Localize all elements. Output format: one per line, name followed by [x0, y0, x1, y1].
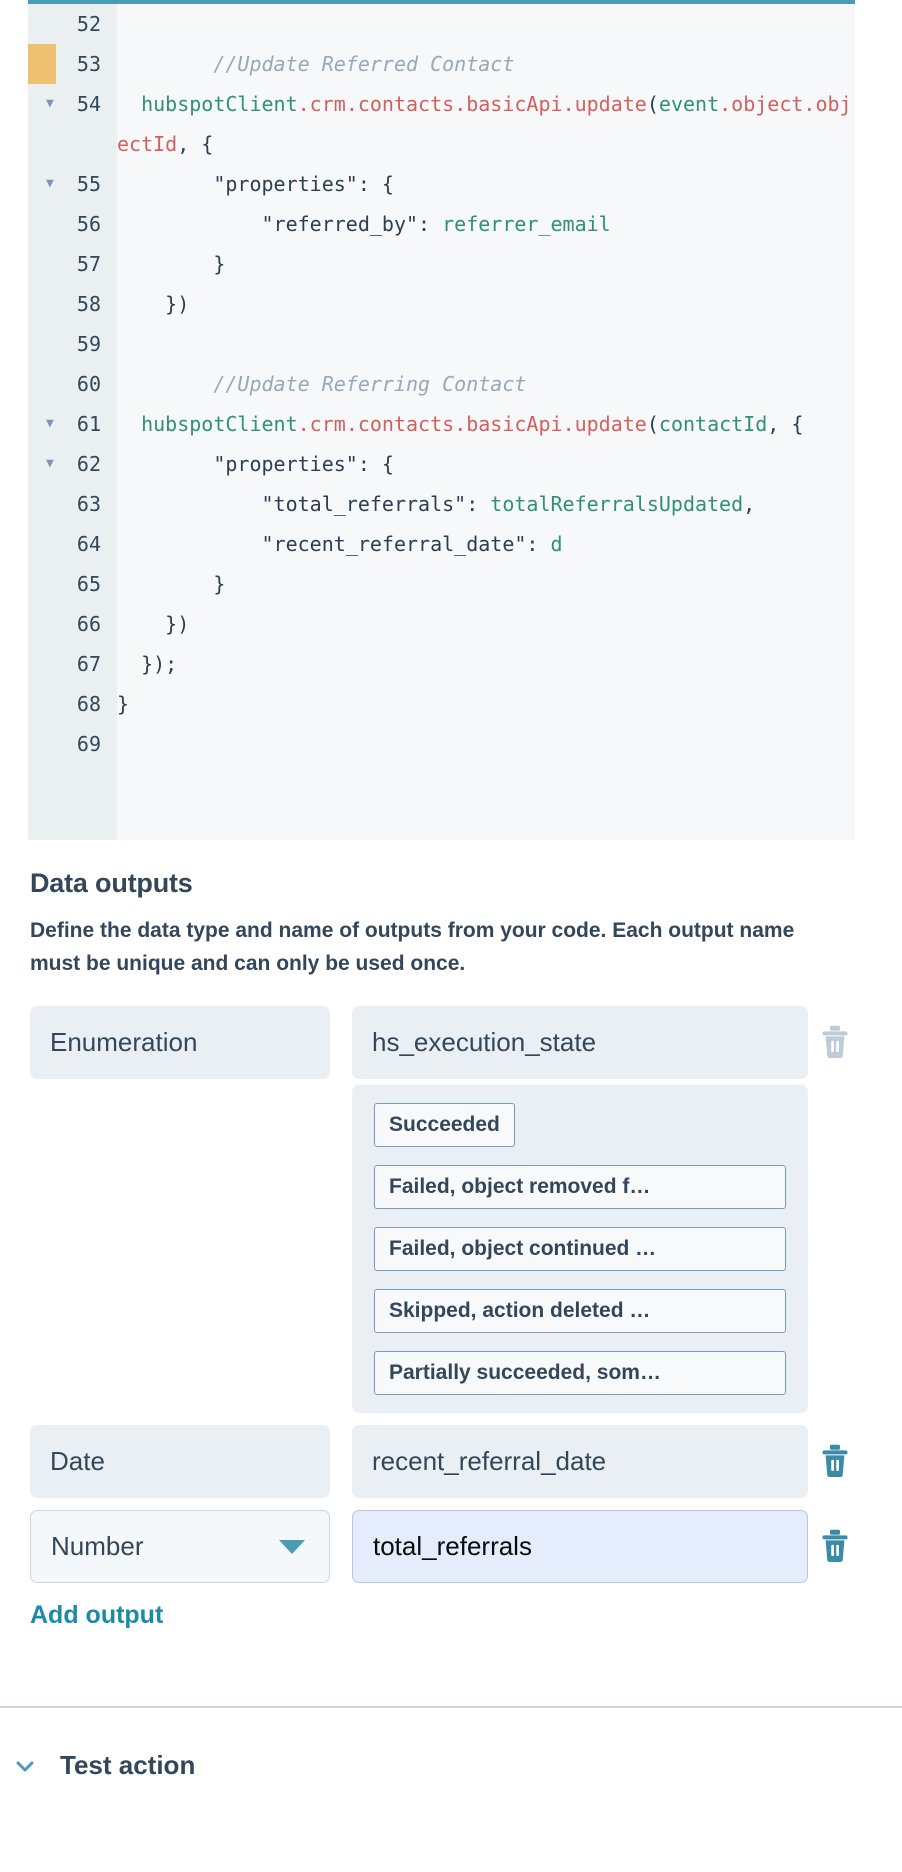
output-name-input[interactable]: hs_execution_state — [352, 1006, 808, 1080]
line-number: 57 — [76, 252, 101, 276]
output-row: Date recent_referral_date — [0, 1425, 902, 1499]
code-line[interactable]: ▼ 61 hubspotClient.crm.contacts.basicApi.… — [28, 404, 855, 444]
line-number: 69 — [76, 732, 101, 756]
output-type-select[interactable]: Date — [30, 1425, 330, 1499]
output-type-value: Date — [50, 1446, 105, 1477]
code-text[interactable]: //Update Referring Contact — [117, 364, 855, 404]
fold-arrow-icon[interactable]: ▼ — [46, 164, 54, 204]
line-number: 53 — [76, 52, 101, 76]
output-name-input[interactable]: total_referrals — [352, 1510, 808, 1584]
code-line[interactable]: 52 — [28, 4, 855, 44]
code-line[interactable]: 53 //Update Referred Contact — [28, 44, 855, 84]
line-number: 64 — [76, 532, 101, 556]
line-number: 68 — [76, 692, 101, 716]
chevron-down-icon — [14, 1755, 36, 1777]
line-number: 56 — [76, 212, 101, 236]
data-outputs-description: Define the data type and name of outputs… — [30, 919, 795, 975]
code-line[interactable]: 67 }); — [28, 644, 855, 684]
code-text[interactable]: //Update Referred Contact — [117, 44, 855, 84]
enumeration-option[interactable]: Failed, object continued … — [374, 1227, 786, 1272]
output-row: Enumeration hs_execution_state Succeeded Fa… — [0, 1006, 902, 1414]
code-text[interactable]: "recent_referral_date": d — [117, 524, 855, 564]
output-rows: Enumeration hs_execution_state Succeeded Fa… — [0, 1006, 902, 1584]
line-number: ▼ 55 — [28, 164, 117, 204]
enumeration-option[interactable]: Succeeded — [374, 1103, 515, 1148]
code-text[interactable] — [117, 324, 855, 364]
code-text[interactable]: }); — [117, 644, 855, 684]
code-text[interactable]: hubspotClient.crm.contacts.basicApi.upda… — [117, 404, 855, 444]
code-text[interactable] — [117, 724, 855, 764]
delete-output-button[interactable] — [820, 1528, 850, 1564]
code-line[interactable]: 69 — [28, 724, 855, 764]
code-text[interactable]: "referred_by": referrer_email — [117, 204, 855, 244]
code-editor[interactable]: 52 53 //Update Referred Contact ▼ 54 hubspo… — [28, 0, 855, 840]
code-line[interactable]: 63 "total_referrals": totalReferralsUpda… — [28, 484, 855, 524]
line-number: ▼ 54 — [28, 84, 117, 164]
output-type-select[interactable]: Number — [30, 1510, 330, 1584]
fold-arrow-icon[interactable]: ▼ — [46, 84, 54, 124]
line-number: 60 — [76, 372, 101, 396]
line-number: 59 — [76, 332, 101, 356]
fold-arrow-icon[interactable]: ▼ — [46, 444, 54, 484]
enumeration-option[interactable]: Failed, object removed f… — [374, 1165, 786, 1210]
code-line[interactable]: ▼ 55 "properties": { — [28, 164, 855, 204]
output-name-input[interactable]: recent_referral_date — [352, 1425, 808, 1499]
add-output-link[interactable]: Add output — [30, 1601, 163, 1630]
output-type-value: Enumeration — [50, 1027, 198, 1058]
section-divider — [0, 1706, 902, 1708]
enumeration-option[interactable]: Skipped, action deleted … — [374, 1289, 786, 1334]
code-line[interactable]: ▼ 62 "properties": { — [28, 444, 855, 484]
code-text[interactable]: "properties": { — [117, 164, 855, 204]
test-action-header[interactable]: Test action — [0, 1750, 195, 1781]
line-number: ▼ 61 — [28, 404, 117, 444]
code-line[interactable]: ▼ 54 hubspotClient.crm.contacts.basicApi.… — [28, 84, 855, 164]
line-number: 67 — [76, 652, 101, 676]
code-line[interactable]: 68} — [28, 684, 855, 724]
code-text[interactable]: }) — [117, 604, 855, 644]
code-line[interactable]: 56 "referred_by": referrer_email — [28, 204, 855, 244]
enumeration-options-panel: Succeeded Failed, object removed f… Failed… — [352, 1085, 808, 1414]
output-name-value: total_referrals — [373, 1531, 532, 1562]
line-number: ▼ 62 — [28, 444, 117, 484]
code-text[interactable]: } — [117, 564, 855, 604]
line-number: 66 — [76, 612, 101, 636]
code-text[interactable]: "total_referrals": totalReferralsUpdated… — [117, 484, 855, 524]
code-line[interactable]: 65 } — [28, 564, 855, 604]
code-text[interactable]: }) — [117, 284, 855, 324]
output-name-value: recent_referral_date — [372, 1446, 607, 1477]
line-number: 63 — [76, 492, 101, 516]
fold-arrow-icon[interactable]: ▼ — [46, 404, 54, 444]
code-text[interactable]: hubspotClient.crm.contacts.basicApi.upda… — [117, 84, 855, 164]
delete-output-button[interactable] — [820, 1443, 850, 1479]
code-line[interactable]: 60 //Update Referring Contact — [28, 364, 855, 404]
chevron-down-icon — [279, 1539, 305, 1554]
line-number: 52 — [76, 12, 101, 36]
code-text[interactable]: } — [117, 244, 855, 284]
output-name-value: hs_execution_state — [372, 1027, 597, 1058]
data-outputs-title: Data outputs — [30, 868, 193, 898]
code-text[interactable]: } — [117, 684, 855, 724]
line-number: 58 — [76, 292, 101, 316]
output-type-value: Number — [51, 1531, 144, 1562]
data-outputs-section: Data outputs Define the data type and na… — [0, 868, 902, 1629]
code-line[interactable]: 64 "recent_referral_date": d — [28, 524, 855, 564]
test-action-label: Test action — [60, 1750, 196, 1780]
code-line[interactable]: 66 }) — [28, 604, 855, 644]
code-text[interactable]: "properties": { — [117, 444, 855, 484]
page-root: 52 53 //Update Referred Contact ▼ 54 hubspo… — [0, 0, 902, 1872]
code-line[interactable]: 58 }) — [28, 284, 855, 324]
enumeration-option[interactable]: Partially succeeded, som… — [374, 1351, 786, 1396]
code-lines[interactable]: 52 53 //Update Referred Contact ▼ 54 hubspo… — [28, 4, 855, 764]
code-line[interactable]: 59 — [28, 324, 855, 364]
delete-output-button[interactable] — [820, 1024, 850, 1060]
output-row: Number total_referrals — [0, 1510, 902, 1584]
code-text[interactable] — [117, 4, 855, 44]
output-type-select[interactable]: Enumeration — [30, 1006, 330, 1080]
line-number: 65 — [76, 572, 101, 596]
code-line[interactable]: 57 } — [28, 244, 855, 284]
